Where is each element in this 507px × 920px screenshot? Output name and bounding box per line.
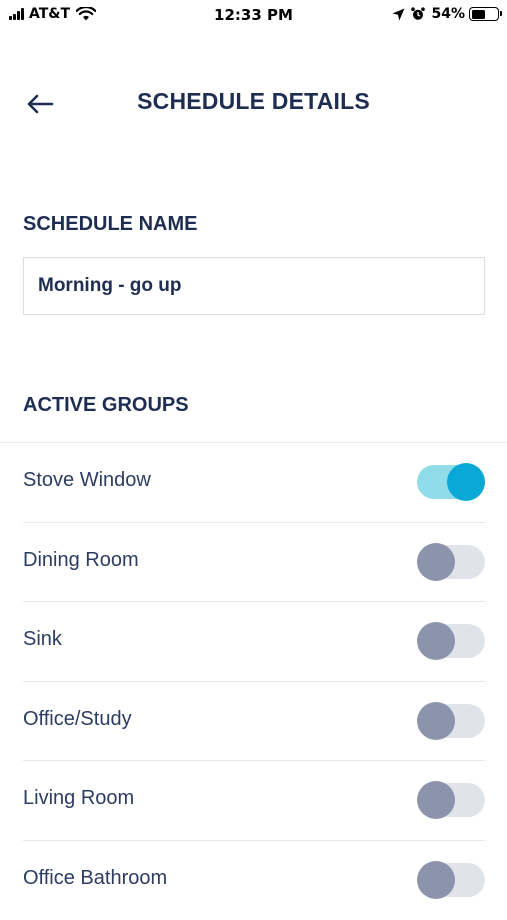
battery-icon [469,7,499,21]
group-toggle[interactable] [417,702,485,738]
group-row: Dining Room [23,523,485,603]
schedule-name-input[interactable] [23,257,485,315]
toggle-knob [447,463,485,501]
status-bar: AT&T 12:33 PM 54% [0,0,507,32]
group-label: Office Bathroom [23,867,167,890]
toggle-knob [417,702,455,740]
toggle-knob [417,861,455,899]
group-label: Sink [23,628,62,651]
location-arrow-icon [392,8,405,21]
toggle-knob [417,543,455,581]
group-toggle[interactable] [417,622,485,658]
groups-list: Stove Window Dining Room Sink Office/Study L… [23,443,485,920]
group-row: Living Room [23,761,485,841]
group-toggle[interactable] [417,861,485,897]
group-label: Dining Room [23,549,139,572]
group-row: Office/Study [23,682,485,762]
group-label: Office/Study [23,708,132,731]
group-toggle[interactable] [417,781,485,817]
group-row: Office Bathroom [23,841,485,920]
group-toggle[interactable] [417,543,485,579]
schedule-name-label: SCHEDULE NAME [23,213,197,236]
battery-fill [472,10,486,19]
alarm-icon [411,7,425,21]
group-row: Stove Window [23,443,485,523]
group-toggle[interactable] [417,463,485,499]
group-label: Stove Window [23,469,151,492]
toggle-knob [417,781,455,819]
header: SCHEDULE DETAILS [0,80,507,126]
toggle-knob [417,622,455,660]
active-groups-label: ACTIVE GROUPS [23,394,189,417]
status-right: 54% [392,6,499,22]
group-row: Sink [23,602,485,682]
battery-percent: 54% [431,6,465,22]
page-title: SCHEDULE DETAILS [0,88,507,115]
group-label: Living Room [23,787,134,810]
